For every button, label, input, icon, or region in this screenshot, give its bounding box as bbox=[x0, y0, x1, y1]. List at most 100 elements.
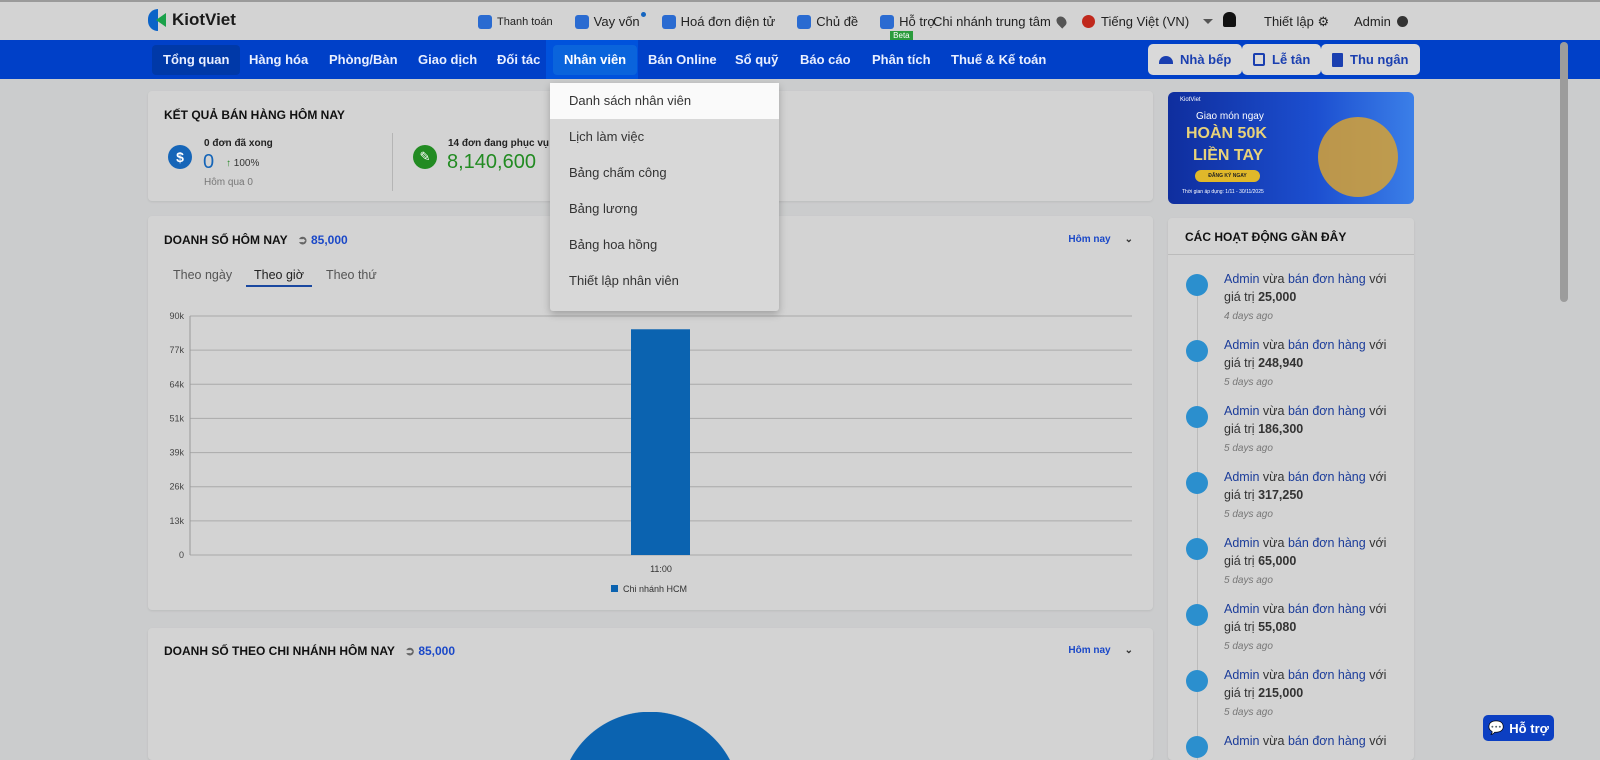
wallet-icon bbox=[478, 14, 492, 29]
reception-button[interactable]: Lễ tân bbox=[1242, 44, 1322, 75]
branch-selector[interactable]: Chi nhánh trung tâm bbox=[933, 14, 1069, 29]
yesterday-value: Hôm qua 0 bbox=[204, 177, 253, 188]
banner-line1: Giao món ngay bbox=[1196, 111, 1264, 122]
activity-action-link[interactable]: bán đơn hàng bbox=[1288, 470, 1366, 484]
activity-action-link[interactable]: bán đơn hàng bbox=[1288, 338, 1366, 352]
activity-suffix: với bbox=[1369, 338, 1387, 352]
branch-revenue-card: DOANH SỐ THEO CHI NHÁNH HÔM NAY ➲ 85,000 … bbox=[148, 628, 1153, 760]
promo-banner[interactable]: KiotViet Giao món ngay HOÀN 50K LIỀN TAY… bbox=[1168, 92, 1414, 204]
top-link-wallet[interactable]: Thanh toán bbox=[478, 14, 553, 29]
vietnam-flag-icon bbox=[1082, 15, 1095, 28]
activity-action-link[interactable]: bán đơn hàng bbox=[1288, 734, 1366, 748]
activity-actor-link[interactable]: Admin bbox=[1224, 734, 1259, 748]
activity-actor-link[interactable]: Admin bbox=[1224, 668, 1259, 682]
activity-value-label: giá trị bbox=[1224, 686, 1255, 700]
activity-action-link[interactable]: bán đơn hàng bbox=[1288, 668, 1366, 682]
cashier-button[interactable]: Thu ngân bbox=[1321, 44, 1420, 75]
dropdown-item[interactable]: Bảng hoa hồng bbox=[550, 227, 779, 263]
nav-item-6[interactable]: Bán Online bbox=[637, 45, 728, 75]
activity-action-link[interactable]: bán đơn hàng bbox=[1288, 404, 1366, 418]
activities-title: CÁC HOẠT ĐỘNG GẦN ĐÂY bbox=[1185, 230, 1347, 244]
dropdown-item[interactable]: Thiết lập nhân viên bbox=[550, 263, 779, 299]
y-tick-label: 26k bbox=[169, 482, 184, 492]
top-link-label: Vay vốn bbox=[593, 14, 640, 29]
top-link-palette[interactable]: Chủ đề bbox=[797, 14, 858, 29]
activity-verb: vừa bbox=[1262, 272, 1285, 286]
nav-item-5[interactable]: Nhân viên bbox=[553, 45, 638, 75]
activity-action-link[interactable]: bán đơn hàng bbox=[1288, 536, 1366, 550]
activity-actor-link[interactable]: Admin bbox=[1224, 272, 1259, 286]
activity-actor-link[interactable]: Admin bbox=[1224, 338, 1259, 352]
receipt-icon bbox=[1186, 604, 1208, 626]
activity-value-label: giá trị bbox=[1224, 620, 1255, 634]
activity-actor-link[interactable]: Admin bbox=[1224, 536, 1259, 550]
dropdown-item[interactable]: Bảng chấm công bbox=[550, 155, 779, 191]
top-link-invoice[interactable]: Hoá đơn điện tử bbox=[661, 14, 776, 29]
logo[interactable]: KiotViet bbox=[148, 9, 236, 31]
banner-cta[interactable]: ĐĂNG KÝ NGAY bbox=[1195, 170, 1260, 182]
top-link-money-bag[interactable]: Vay vốn bbox=[574, 12, 646, 29]
nav-item-3[interactable]: Giao dịch bbox=[407, 45, 488, 75]
user-menu[interactable]: Admin bbox=[1354, 14, 1409, 29]
receipt-icon bbox=[1186, 472, 1208, 494]
support-chat-button[interactable]: 💬 Hỗ trợ bbox=[1483, 715, 1554, 741]
recent-activities-card: CÁC HOẠT ĐỘNG GẦN ĐÂY Admin vừa bán đơn … bbox=[1168, 218, 1414, 760]
activity-actor-link[interactable]: Admin bbox=[1224, 602, 1259, 616]
activity-value: 248,940 bbox=[1258, 356, 1304, 370]
serving-orders-value: 8,140,600 bbox=[447, 151, 536, 173]
activity-actor-link[interactable]: Admin bbox=[1224, 470, 1259, 484]
y-tick-label: 0 bbox=[179, 550, 184, 560]
nav-item-9[interactable]: Phân tích bbox=[861, 45, 942, 75]
banner-brand: KiotViet bbox=[1180, 97, 1201, 103]
nav-item-2[interactable]: Phòng/Bàn bbox=[318, 45, 409, 75]
scooter-illustration-icon bbox=[1318, 117, 1398, 197]
arrow-up-icon: ↑ bbox=[226, 158, 231, 169]
activity-action-link[interactable]: bán đơn hàng bbox=[1288, 602, 1366, 616]
bar-11:00[interactable] bbox=[631, 329, 690, 555]
top-link-chat[interactable]: Hỗ trợ Beta bbox=[880, 14, 936, 40]
arrow-circle-icon: ➲ bbox=[404, 644, 415, 658]
invoice-icon bbox=[661, 14, 676, 29]
pie-slice-chi-nhanh-hcm bbox=[560, 712, 740, 760]
activity-suffix: với bbox=[1369, 404, 1387, 418]
language-selector[interactable]: Tiếng Việt (VN) bbox=[1082, 14, 1214, 29]
activity-time: 5 days ago bbox=[1224, 707, 1273, 718]
user-icon bbox=[1397, 16, 1409, 27]
banner-line3: LIỀN TAY bbox=[1193, 147, 1264, 164]
activity-value-label: giá trị bbox=[1224, 356, 1255, 370]
notification-bell-icon[interactable] bbox=[1223, 12, 1236, 27]
activity-time: 5 days ago bbox=[1224, 377, 1273, 388]
kitchen-button[interactable]: Nhà bếp bbox=[1148, 44, 1243, 75]
dollar-icon: $ bbox=[168, 145, 192, 169]
dropdown-item[interactable]: Danh sách nhân viên bbox=[550, 83, 779, 119]
activity-value-label: giá trị bbox=[1224, 422, 1255, 436]
nav-item-7[interactable]: Sổ quỹ bbox=[724, 45, 789, 75]
activity-value: 25,000 bbox=[1258, 290, 1297, 304]
chat-icon bbox=[880, 14, 895, 29]
dropdown-item[interactable]: Bảng lương bbox=[550, 191, 779, 227]
top-bar: KiotViet Thanh toán Vay vốn Hoá đơn điện t… bbox=[0, 0, 1600, 40]
scrollbar[interactable] bbox=[1560, 42, 1568, 302]
nav-item-0[interactable]: Tổng quan bbox=[152, 45, 241, 75]
pencil-icon: ✎ bbox=[413, 145, 437, 169]
activity-verb: vừa bbox=[1262, 602, 1285, 616]
top-link-label: Hoá đơn điện tử bbox=[680, 14, 776, 29]
nav-item-1[interactable]: Hàng hóa bbox=[238, 45, 319, 75]
y-tick-label: 77k bbox=[169, 345, 184, 355]
activity-action-link[interactable]: bán đơn hàng bbox=[1288, 272, 1366, 286]
branch-period-selector[interactable]: Hôm nay ⌄ bbox=[1068, 645, 1133, 656]
nav-item-10[interactable]: Thuế & Kế toán bbox=[940, 45, 1057, 75]
serving-orders-label: 14 đơn đang phục vụ bbox=[448, 138, 550, 149]
done-orders-value: 0 bbox=[203, 151, 215, 173]
user-name: Admin bbox=[1354, 14, 1391, 29]
nav-item-8[interactable]: Báo cáo bbox=[789, 45, 862, 75]
activity-actor-link[interactable]: Admin bbox=[1224, 404, 1259, 418]
nav-item-4[interactable]: Đối tác bbox=[486, 45, 551, 75]
dropdown-item[interactable]: Lịch làm việc bbox=[550, 119, 779, 155]
y-tick-label: 39k bbox=[169, 448, 184, 458]
activity-verb: vừa bbox=[1262, 470, 1285, 484]
new-dot bbox=[640, 12, 646, 17]
settings-link[interactable]: Thiết lập ⚙ bbox=[1264, 14, 1329, 30]
receipt-icon bbox=[1186, 274, 1208, 296]
banner-line2: HOÀN 50K bbox=[1186, 125, 1267, 142]
